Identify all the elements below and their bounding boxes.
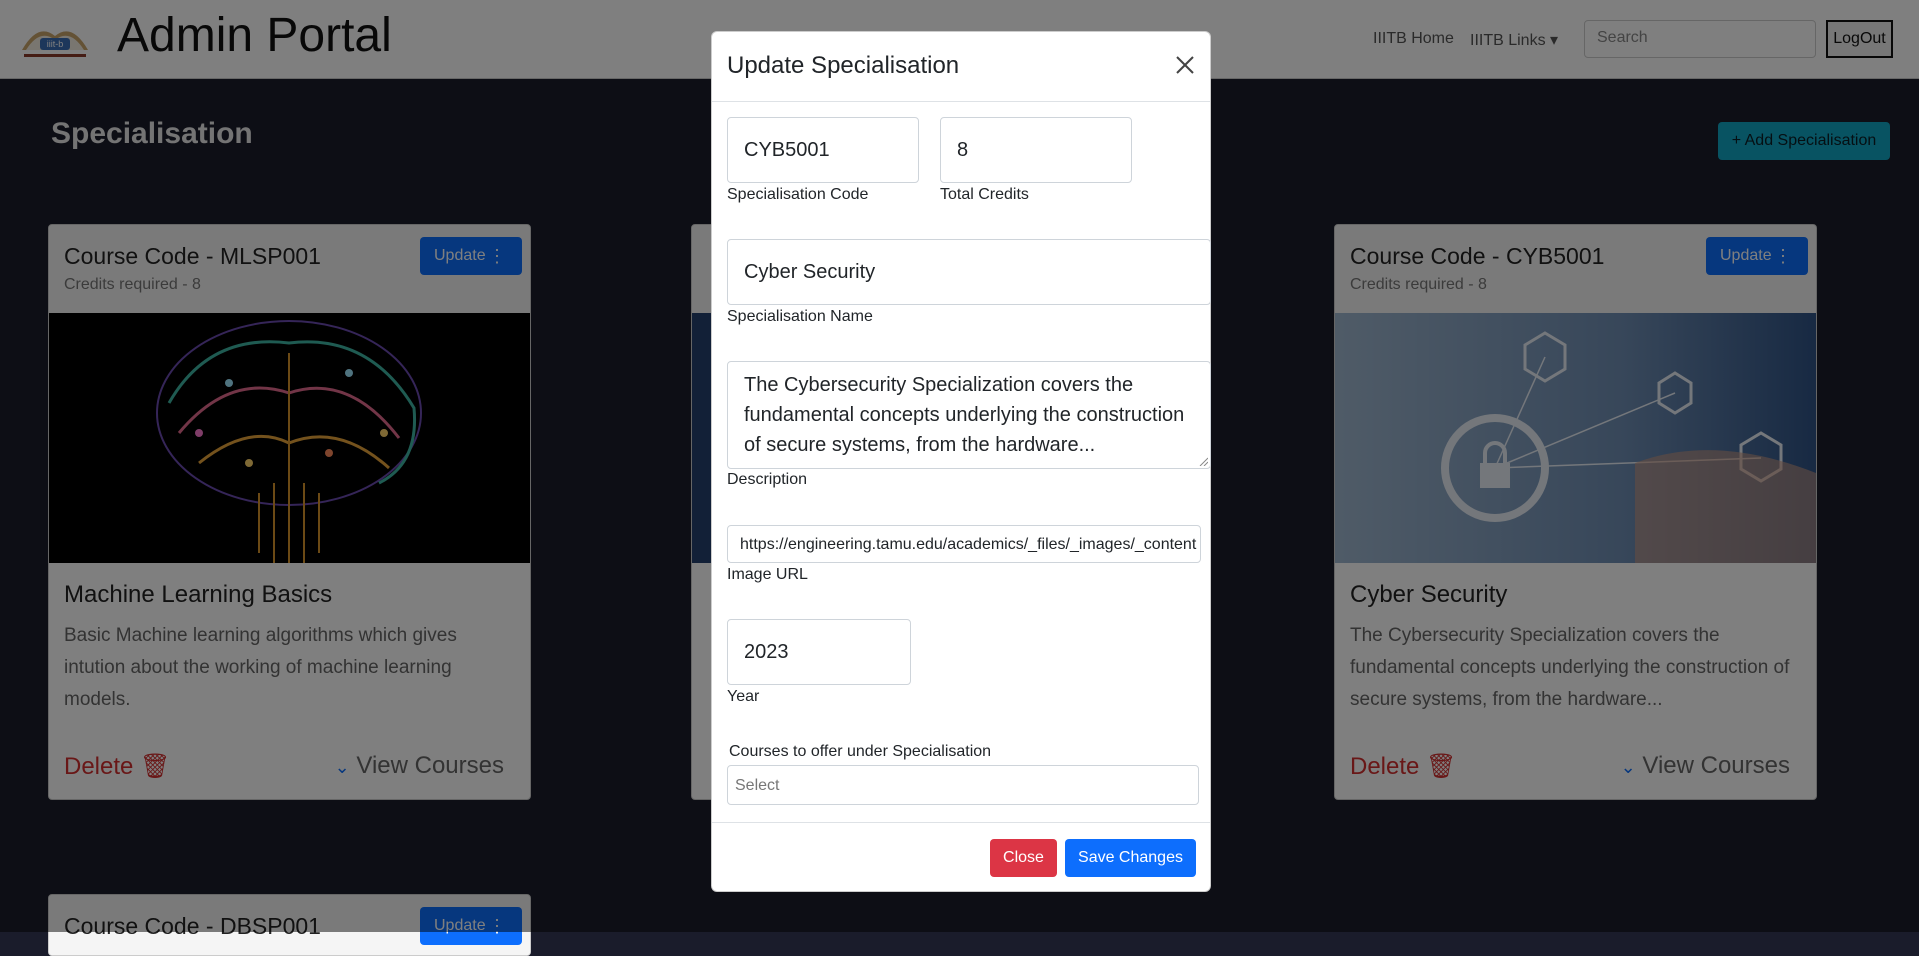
modal-header: Update Specialisation	[712, 32, 1210, 102]
total-credits-input[interactable]: 8	[940, 117, 1132, 183]
description-label: Description	[727, 471, 808, 488]
close-button[interactable]: Close	[990, 839, 1057, 877]
specialisation-code-label: Specialisation Code	[727, 186, 869, 203]
modal-title: Update Specialisation	[727, 52, 960, 79]
year-label: Year	[727, 688, 760, 705]
specialisation-name-label: Specialisation Name	[727, 308, 873, 325]
image-url-input[interactable]: https://engineering.tamu.edu/academics/_…	[727, 525, 1201, 563]
close-icon[interactable]	[1172, 52, 1198, 78]
save-changes-button[interactable]: Save Changes	[1065, 839, 1196, 877]
specialisation-name-input[interactable]: Cyber Security	[727, 239, 1211, 305]
specialisation-code-input[interactable]: CYB5001	[727, 117, 919, 183]
courses-select[interactable]: Select	[727, 765, 1199, 805]
update-specialisation-modal: Update Specialisation CYB5001 Specialisa…	[711, 31, 1211, 892]
resize-handle-icon[interactable]	[1198, 456, 1208, 466]
total-credits-label: Total Credits	[940, 186, 1029, 203]
modal-footer: Close Save Changes	[712, 822, 1210, 894]
courses-label: Courses to offer under Specialisation	[729, 743, 992, 760]
year-input[interactable]: 2023	[727, 619, 911, 685]
description-text: The Cybersecurity Specialization covers …	[744, 374, 1185, 456]
image-url-label: Image URL	[727, 566, 808, 583]
description-textarea[interactable]: The Cybersecurity Specialization covers …	[727, 361, 1211, 469]
